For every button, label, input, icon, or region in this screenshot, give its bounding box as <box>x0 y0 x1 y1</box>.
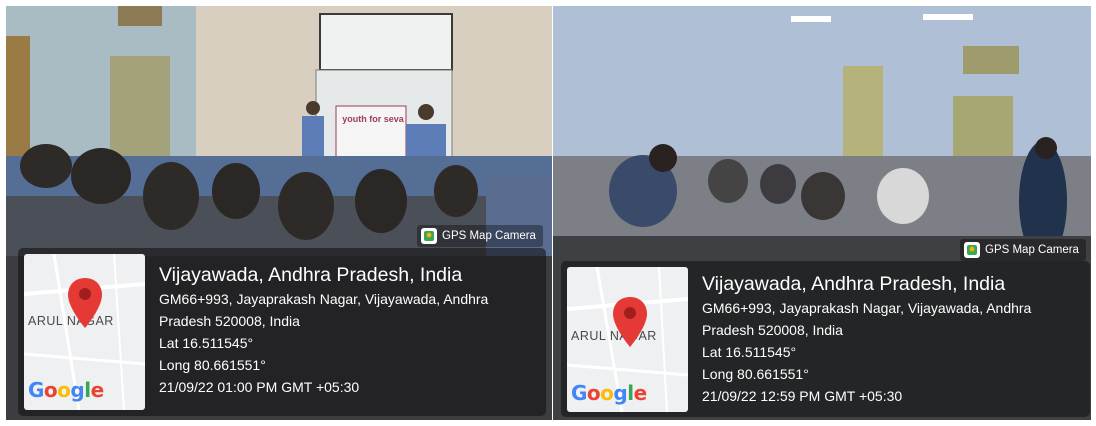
location-title: Vijayawada, Andhra Pradesh, India <box>159 264 463 286</box>
badge-label: GPS Map Camera <box>985 244 1079 256</box>
longitude: Long 80.661551° <box>702 366 809 382</box>
banner: youth for seva <box>342 114 404 124</box>
location-info: Vijayawada, Andhra Pradesh, India GM66+9… <box>702 271 1031 407</box>
address-line-1: GM66+993, Jayaprakash Nagar, Vijayawada,… <box>702 300 1032 316</box>
location-overlay: ARUL NAGAR Google Vijayawada, Andhra Pra… <box>18 248 546 416</box>
address-line-1: GM66+993, Jayaprakash Nagar, Vijayawada,… <box>159 291 489 307</box>
address-line-2: Pradesh 520008, India <box>159 313 300 329</box>
classroom-photo-left: youth for seva GPS Map Camera ARUL NAGAR… <box>6 6 552 420</box>
address-line-2: Pradesh 520008, India <box>702 322 843 338</box>
gps-map-camera-badge: GPS Map Camera <box>960 239 1086 261</box>
latitude: Lat 16.511545° <box>702 344 797 360</box>
map-thumbnail: ARUL NAGAR Google <box>567 267 688 412</box>
classroom-photo-right: GPS Map Camera ARUL NAGAR Google Vijayaw… <box>553 6 1091 420</box>
map-thumbnail: ARUL NAGAR Google <box>24 254 145 410</box>
timestamp: 21/09/22 12:59 PM GMT +05:30 <box>702 388 903 404</box>
timestamp: 21/09/22 01:00 PM GMT +05:30 <box>159 379 360 395</box>
longitude: Long 80.661551° <box>159 357 266 373</box>
gps-map-camera-badge: GPS Map Camera <box>417 225 543 247</box>
location-overlay: ARUL NAGAR Google Vijayawada, Andhra Pra… <box>561 261 1090 417</box>
gps-camera-icon <box>964 242 980 258</box>
location-info: Vijayawada, Andhra Pradesh, India GM66+9… <box>159 262 488 398</box>
google-logo: Google <box>28 378 104 402</box>
gps-camera-icon <box>421 228 437 244</box>
location-title: Vijayawada, Andhra Pradesh, India <box>702 273 1006 295</box>
badge-label: GPS Map Camera <box>442 230 536 242</box>
google-logo: Google <box>571 381 647 405</box>
latitude: Lat 16.511545° <box>159 335 254 351</box>
